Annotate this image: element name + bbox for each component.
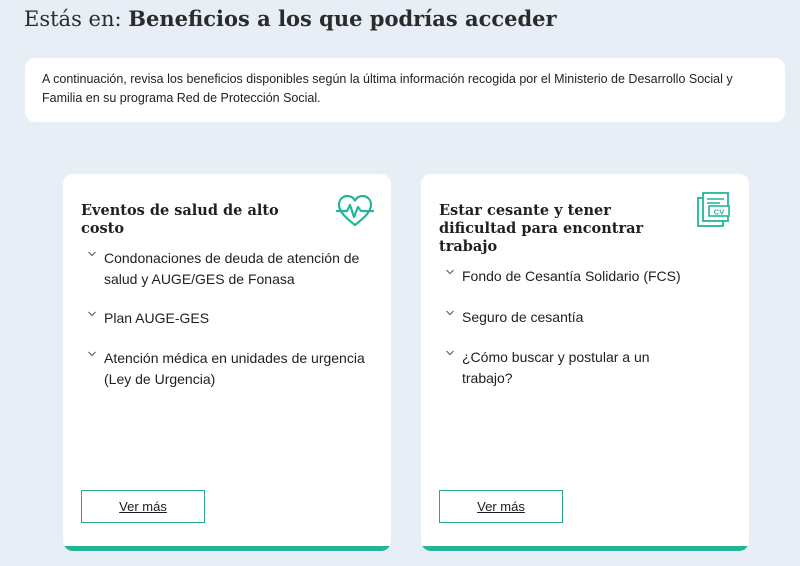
benefit-card-unemployment: Estar cesante y tener dificultad para en… <box>421 174 749 551</box>
ver-mas-button[interactable]: Ver más <box>81 490 205 523</box>
benefit-item[interactable]: Atención médica en unidades de urgencia … <box>87 348 367 390</box>
benefit-label: Fondo de Cesantía Solidario (FCS) <box>462 268 681 284</box>
card-title: Eventos de salud de alto costo <box>81 202 279 237</box>
benefit-list: Condonaciones de deuda de atención de sa… <box>87 248 367 390</box>
benefit-card-health: Eventos de salud de alto costo Condonaci… <box>63 174 391 551</box>
benefit-item[interactable]: Plan AUGE-GES <box>87 308 367 329</box>
chevron-down-icon <box>88 351 96 357</box>
chevron-down-icon <box>446 350 454 356</box>
intro-text: A continuación, revisa los beneficios di… <box>42 72 733 105</box>
chevron-down-icon <box>446 310 454 316</box>
cv-document-icon: CV <box>697 192 730 227</box>
page-title: Estás en: Beneficios a los que podrías a… <box>24 6 557 31</box>
chevron-down-icon <box>446 269 454 275</box>
card-accent-bar <box>63 546 391 551</box>
benefit-list: Fondo de Cesantía Solidario (FCS) Seguro… <box>445 266 725 389</box>
card-title: Estar cesante y tener dificultad para en… <box>439 202 644 255</box>
benefit-item[interactable]: ¿Cómo buscar y postular a un trabajo? <box>445 347 672 389</box>
benefit-item[interactable]: Condonaciones de deuda de atención de sa… <box>87 248 367 290</box>
benefit-label: Seguro de cesantía <box>462 309 584 325</box>
chevron-down-icon <box>88 311 96 317</box>
ver-mas-button[interactable]: Ver más <box>439 490 563 523</box>
card-accent-bar <box>421 546 749 551</box>
benefit-label: Condonaciones de deuda de atención de sa… <box>104 250 360 287</box>
heart-pulse-icon <box>336 194 374 227</box>
benefit-item[interactable]: Seguro de cesantía <box>445 307 725 328</box>
page-title-main: Beneficios a los que podrías acceder <box>128 6 557 31</box>
cv-icon-label: CV <box>714 207 724 216</box>
benefit-label: Atención médica en unidades de urgencia … <box>104 350 365 387</box>
intro-box: A continuación, revisa los beneficios di… <box>25 58 785 122</box>
benefit-label: Plan AUGE-GES <box>104 310 210 326</box>
benefit-item[interactable]: Fondo de Cesantía Solidario (FCS) <box>445 266 725 287</box>
chevron-down-icon <box>88 251 96 257</box>
benefit-label: ¿Cómo buscar y postular a un trabajo? <box>462 349 650 386</box>
page-title-prefix: Estás en: <box>24 7 122 31</box>
